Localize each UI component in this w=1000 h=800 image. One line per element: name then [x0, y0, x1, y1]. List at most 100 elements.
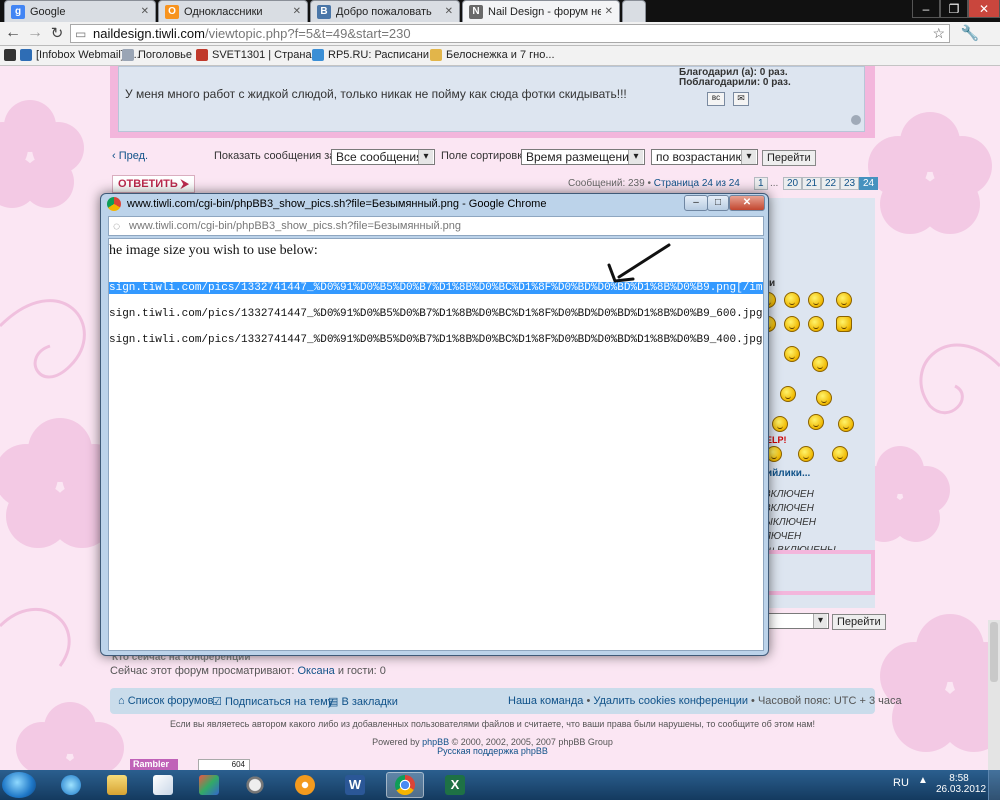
folder-icon — [430, 49, 442, 61]
page-ellipsis: ... — [770, 178, 779, 189]
new-tab-button[interactable] — [622, 0, 646, 22]
search-icon[interactable] — [236, 772, 274, 798]
close-icon[interactable]: ✕ — [141, 6, 149, 17]
maximize-button[interactable]: ❐ — [940, 0, 968, 18]
popup-close-button[interactable]: ✕ — [729, 195, 765, 211]
word-icon[interactable]: W — [336, 772, 374, 798]
close-icon[interactable]: ✕ — [445, 6, 453, 17]
jump-select[interactable]: ▾ — [765, 613, 829, 629]
sort-select[interactable]: Время размещения — [521, 149, 645, 165]
popup-address-bar[interactable]: ◌ www.tiwli.com/cgi-bin/phpBB3_show_pics… — [108, 216, 764, 236]
bookmark-svet[interactable]: SVET1301 | Страна ... — [196, 49, 324, 61]
tool-icon[interactable] — [190, 772, 228, 798]
tab-vk[interactable]: В Добро пожаловать ✕ — [310, 0, 460, 22]
smiley-icon[interactable] — [798, 446, 814, 462]
image-code-line[interactable]: sign.tiwli.com/pics/1332741447_%D0%91%D0… — [109, 308, 763, 320]
tab-naildesign[interactable]: N Nail Design - форум нейл д ✕ — [462, 0, 620, 22]
smiley-icon[interactable] — [784, 316, 800, 332]
page-21[interactable]: 21 — [802, 177, 822, 190]
bookmark-pogolovye[interactable]: Поголовье — [122, 49, 192, 61]
more-smilies-link[interactable]: ийлики... — [766, 468, 810, 479]
popup-minimize-button[interactable]: – — [684, 195, 708, 211]
clock[interactable]: 8:58 26.03.2012 — [936, 773, 986, 795]
jump-go-button[interactable]: Перейти — [832, 614, 886, 630]
delete-cookies-link[interactable]: Удалить cookies конференции — [593, 695, 748, 707]
show-desktop-button[interactable] — [988, 770, 1000, 800]
page-icon: ▭ — [75, 27, 87, 41]
smiley-icon[interactable] — [808, 292, 824, 308]
start-button[interactable] — [2, 772, 36, 798]
smiley-icon[interactable] — [836, 292, 852, 308]
star-icon[interactable]: ☆ — [932, 25, 945, 42]
bookmark-link[interactable]: ▤ В закладки — [328, 695, 398, 708]
page-23[interactable]: 23 — [840, 177, 860, 190]
pink-border-right — [865, 66, 875, 138]
smiley-icon[interactable] — [812, 356, 828, 372]
prev-link[interactable]: ‹ Пред. — [112, 150, 148, 162]
reply-button[interactable]: ОТВЕТИТЬ ⮞ — [112, 175, 195, 193]
minimize-button[interactable]: – — [912, 0, 940, 18]
subscribe-link[interactable]: ☑ Подписаться на тему — [212, 695, 333, 708]
forum-footer-nav: ⌂ Список форумов ☑ Подписаться на тему ▤… — [110, 688, 902, 714]
page-icon: ◌ — [113, 219, 121, 233]
popup-title-bar: www.tiwli.com/cgi-bin/phpBB3_show_pics.s… — [107, 197, 667, 211]
reload-icon[interactable]: ↻ — [48, 24, 66, 42]
order-select[interactable]: по возрастанию — [651, 149, 758, 165]
team-link[interactable]: Наша команда — [508, 695, 583, 707]
go-button[interactable]: Перейти — [762, 150, 816, 166]
smiley-icon[interactable] — [784, 292, 800, 308]
chevron-down-icon: ▾ — [813, 614, 827, 628]
wrench-icon[interactable]: 🔧 — [960, 24, 980, 42]
address-bar[interactable]: ▭ naildesign.tiwli.com/viewtopic.php?f=5… — [70, 24, 950, 43]
page-22[interactable]: 22 — [821, 177, 841, 190]
page-24[interactable]: 24 — [859, 177, 879, 190]
scrollbar[interactable] — [988, 620, 1000, 770]
close-window-button[interactable]: ✕ — [968, 0, 1000, 18]
popup-maximize-button[interactable]: □ — [707, 195, 729, 211]
ie-icon[interactable] — [52, 772, 90, 798]
tab-google[interactable]: g Google ✕ — [4, 0, 156, 22]
pink-border-left — [110, 66, 118, 138]
forum-list-link[interactable]: ⌂ Список форумов — [118, 695, 213, 707]
smiley-icon[interactable] — [832, 446, 848, 462]
russian-support-link[interactable]: Русская поддержка phpBB — [110, 746, 875, 756]
forward-icon[interactable]: → — [26, 24, 44, 42]
profile-icon[interactable]: вс — [707, 92, 725, 106]
page-20[interactable]: 20 — [783, 177, 803, 190]
image-code-line[interactable]: sign.tiwli.com/pics/1332741447_%D0%91%D0… — [109, 334, 763, 346]
show-select[interactable]: Все сообщения — [331, 149, 435, 165]
smiley-icon[interactable] — [808, 316, 824, 332]
online-user-link[interactable]: Оксана — [297, 665, 334, 677]
explorer-icon[interactable] — [98, 772, 136, 798]
page-1[interactable]: 1 — [754, 177, 768, 190]
copyright-notice: Если вы являетесь автором какого либо из… — [169, 719, 816, 729]
top-icon[interactable] — [851, 115, 861, 125]
smiley-icon[interactable] — [836, 316, 852, 332]
bookmark-snow-white[interactable]: Белоснежка и 7 гно... — [430, 49, 555, 61]
smiley-icon[interactable] — [784, 346, 800, 362]
tab-odnoklassniki[interactable]: О Одноклассники ✕ — [158, 0, 308, 22]
back-icon[interactable]: ← — [4, 24, 22, 42]
smiley-icon[interactable] — [808, 414, 824, 430]
email-icon[interactable]: ✉ — [733, 92, 749, 106]
notepad-icon[interactable] — [144, 772, 182, 798]
chrome-icon[interactable] — [386, 772, 424, 798]
pink-divider — [110, 132, 875, 138]
tray-arrow-icon[interactable]: ▲ — [918, 775, 928, 786]
bookmark-icon: ▤ — [328, 696, 339, 708]
media-player-icon[interactable] — [286, 772, 324, 798]
close-icon[interactable]: ✕ — [605, 6, 613, 17]
infobox-icon — [20, 49, 32, 61]
bookmark-rp5[interactable]: RP5.RU: Расписани... — [312, 49, 438, 61]
thanks-received: Поблагодарили: 0 раз. — [679, 77, 791, 88]
excel-icon[interactable]: X — [436, 772, 474, 798]
smiley-icon[interactable] — [838, 416, 854, 432]
apps-icon[interactable] — [4, 49, 16, 61]
post-panel: Благодарил (а): 0 раз. Поблагодарили: 0 … — [118, 66, 865, 132]
smiley-icon[interactable] — [772, 416, 788, 432]
svet-icon — [196, 49, 208, 61]
close-icon[interactable]: ✕ — [293, 6, 301, 17]
smiley-icon[interactable] — [780, 386, 796, 402]
smiley-icon[interactable] — [816, 390, 832, 406]
language-indicator[interactable]: RU — [893, 777, 909, 789]
